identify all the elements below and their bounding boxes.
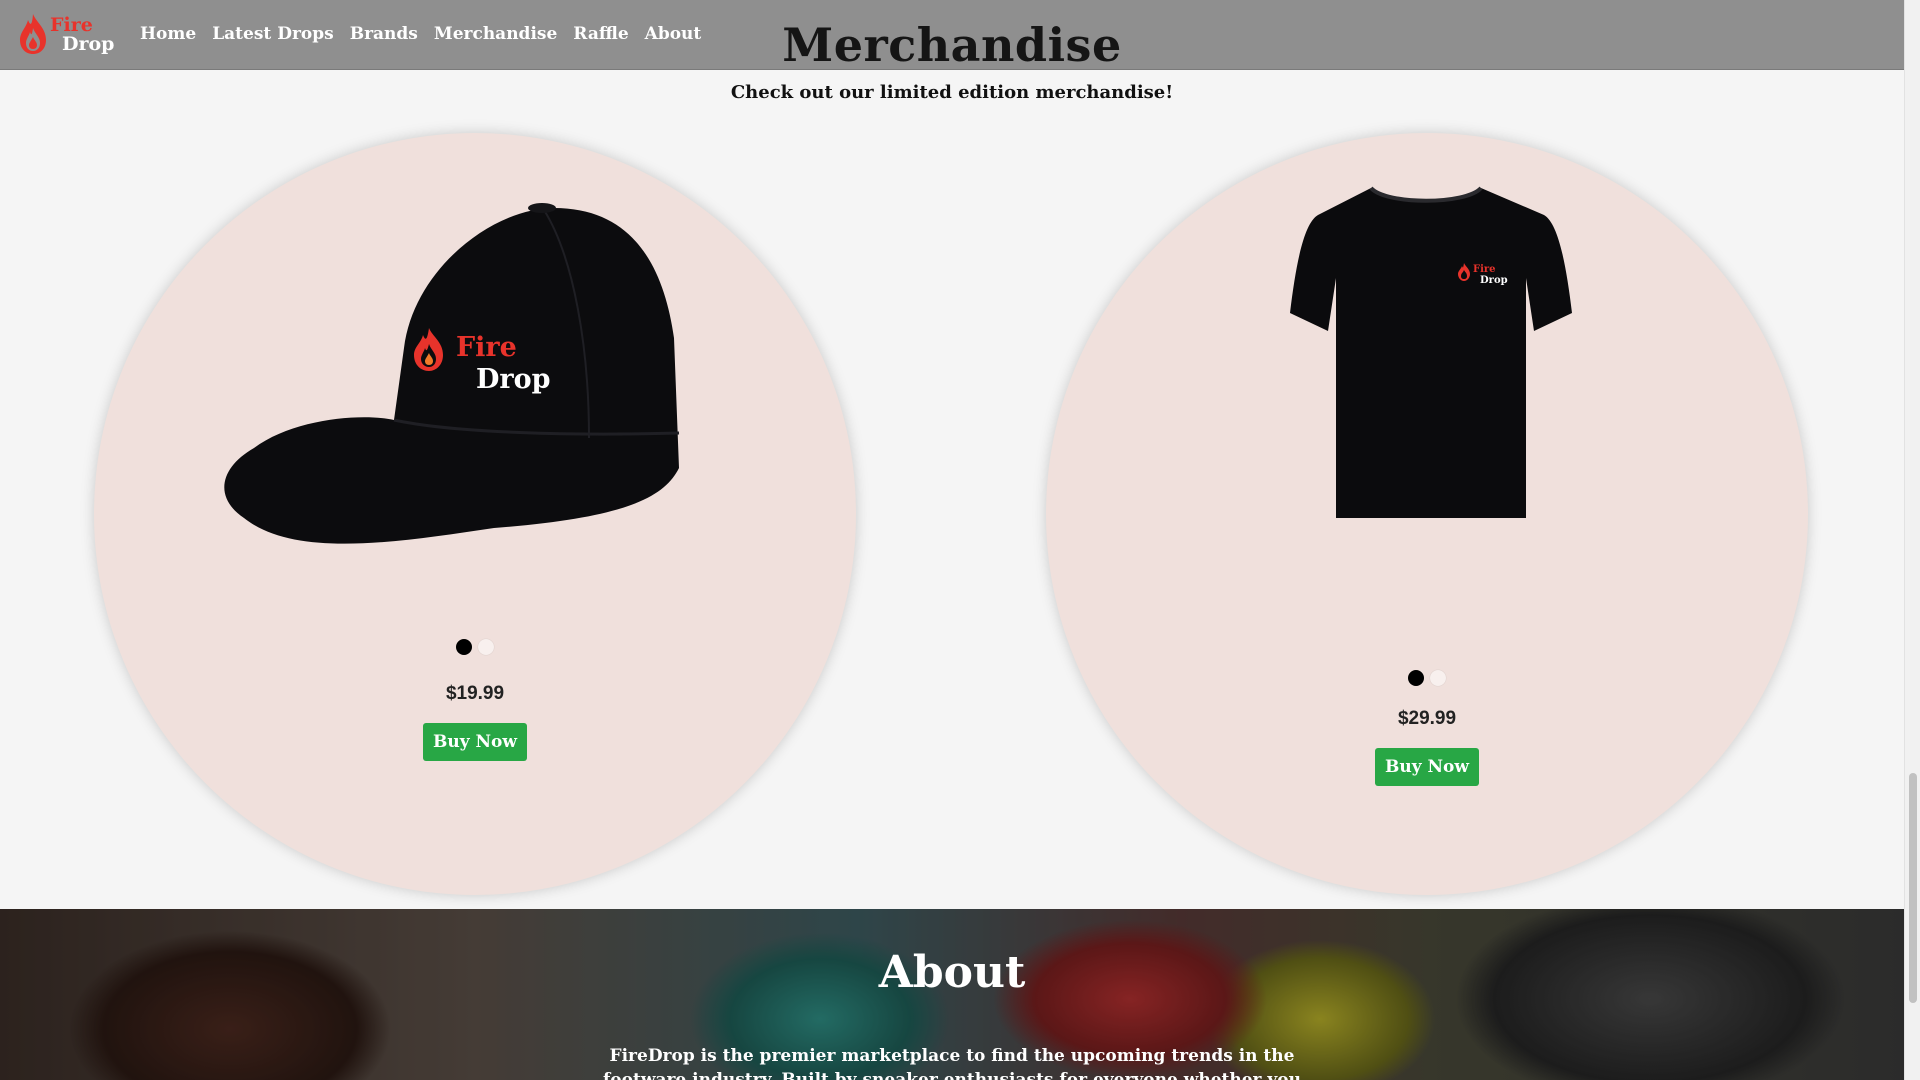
color-swatch-white[interactable] [1430, 670, 1446, 686]
buy-now-button[interactable]: Buy Now [423, 723, 527, 761]
section-title: Merchandise [782, 18, 1122, 72]
product-card-cap: Fire Drop $19.99 Buy Now [94, 133, 856, 895]
tshirt-logo-fire: Fire [1473, 264, 1496, 275]
color-swatch-white[interactable] [478, 639, 494, 655]
page: Fire Drop Home Latest Drops Brands Merch… [0, 0, 1904, 1080]
buy-now-button[interactable]: Buy Now [1375, 748, 1479, 786]
product-price: $29.99 [1397, 708, 1457, 729]
top-nav: Fire Drop Home Latest Drops Brands Merch… [0, 0, 1904, 72]
page-scrollbar[interactable] [1904, 0, 1920, 1080]
color-swatch-black[interactable] [1408, 670, 1424, 686]
product-price: $19.99 [445, 683, 505, 704]
about-section: About FireDrop is the premier marketplac… [0, 909, 1904, 1080]
product-card-tshirt: Fire Drop $29.99 Buy Now [1046, 133, 1808, 895]
cap-logo-drop: Drop [476, 364, 551, 395]
merch-subtitle: Check out our limited edition merchandis… [730, 82, 1174, 103]
cap-logo-fire: Fire [456, 332, 517, 363]
color-swatches [94, 639, 856, 655]
tshirt-image: Fire Drop [1290, 186, 1572, 518]
tshirt-logo-drop: Drop [1480, 275, 1508, 286]
color-swatch-black[interactable] [456, 639, 472, 655]
scrollbar-thumb[interactable] [1909, 773, 1917, 1003]
cap-image: Fire Drop [224, 203, 680, 544]
about-text: FireDrop is the premier marketplace to f… [602, 1046, 1302, 1080]
about-title: About [878, 947, 1026, 998]
color-swatches [1046, 670, 1808, 686]
